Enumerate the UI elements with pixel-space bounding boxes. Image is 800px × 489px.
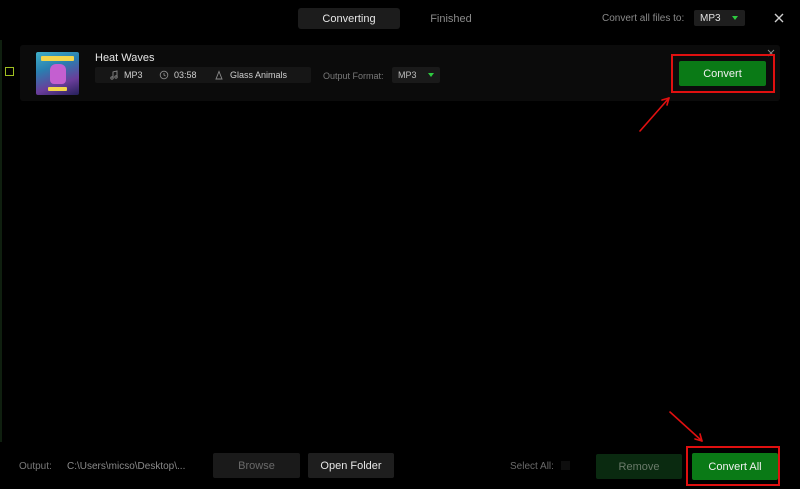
highlight-box-convert	[671, 54, 775, 93]
arrow-to-convert	[639, 97, 670, 132]
item-artist: Glass Animals	[230, 70, 288, 80]
item-duration: 03:58	[174, 70, 197, 80]
item-format: MP3	[124, 70, 143, 80]
output-format-select[interactable]: MP3	[392, 67, 440, 83]
close-icon[interactable]	[772, 11, 786, 25]
output-format-value: MP3	[398, 70, 417, 80]
item-meta-bar: MP3 03:58 Glass Animals	[95, 67, 311, 83]
output-format-label: Output Format:	[323, 71, 384, 81]
item-select-checkbox[interactable]	[5, 67, 14, 76]
clock-icon	[159, 70, 169, 80]
tab-converting[interactable]: Converting	[298, 8, 400, 29]
chevron-down-icon	[732, 16, 738, 20]
open-folder-button[interactable]: Open Folder	[308, 453, 394, 478]
album-art	[36, 52, 79, 95]
top-bar: Converting Finished Convert all files to…	[0, 0, 800, 38]
item-title: Heat Waves	[95, 52, 155, 64]
output-path[interactable]: C:\Users\micso\Desktop\...	[67, 461, 185, 472]
tab-bar: Converting Finished	[298, 8, 502, 29]
file-item-row: Heat Waves MP3 03:58 Glass Animals Outpu…	[20, 45, 780, 101]
convert-all-format-value: MP3	[700, 12, 721, 24]
artist-icon	[215, 70, 223, 80]
music-note-icon	[110, 70, 118, 80]
select-all-label: Select All:	[510, 461, 554, 472]
chevron-down-icon	[428, 73, 434, 77]
select-all-checkbox[interactable]	[561, 461, 570, 470]
tab-finished[interactable]: Finished	[400, 8, 502, 29]
remove-button[interactable]: Remove	[596, 454, 682, 479]
convert-all-format-select[interactable]: MP3	[694, 10, 745, 26]
arrow-to-convert-all	[669, 411, 703, 442]
browse-button[interactable]: Browse	[213, 453, 300, 478]
output-label: Output:	[19, 461, 52, 472]
convert-all-format-label: Convert all files to:	[602, 13, 685, 24]
left-edge-strip	[0, 40, 2, 442]
convert-all-button[interactable]: Convert All	[692, 453, 778, 480]
